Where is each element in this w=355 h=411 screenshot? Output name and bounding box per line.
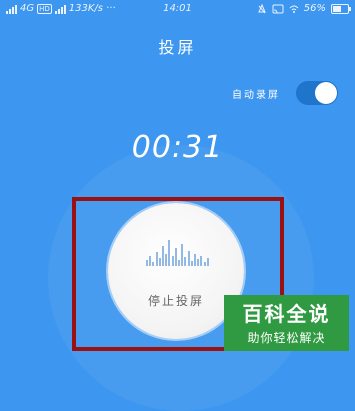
waveform-bar xyxy=(200,256,203,266)
toggle-knob xyxy=(315,82,337,104)
battery-icon xyxy=(331,3,351,14)
waveform-bar xyxy=(194,254,196,266)
waveform-bar xyxy=(165,254,168,266)
waveform-bar xyxy=(184,257,187,266)
waveform-bar xyxy=(187,251,190,266)
waveform-bar xyxy=(155,252,158,266)
waveform-bar xyxy=(190,261,193,266)
cast-icon xyxy=(272,4,284,13)
waveform-bar xyxy=(203,262,206,266)
waveform-bar xyxy=(197,259,200,266)
waveform-bar xyxy=(158,258,161,266)
waveform-bar xyxy=(178,260,180,266)
battery-percent: 56% xyxy=(303,3,326,14)
waveform-icon xyxy=(146,238,210,266)
waveform-bar xyxy=(168,240,171,266)
watermark-main: 百科全说 xyxy=(242,302,331,326)
status-bar: 4G HD 133K/s ··· 14:01 56% xyxy=(0,0,355,20)
page-title: 投屏 xyxy=(158,38,197,57)
waveform-bar xyxy=(174,248,177,266)
watermark-sub: 助你轻松解决 xyxy=(247,331,326,345)
waveform-bar xyxy=(181,244,184,266)
alarm-icon xyxy=(258,3,266,13)
battery-fill xyxy=(333,5,341,12)
waveform-bar xyxy=(146,260,148,266)
auto-record-label: 自动录屏 xyxy=(232,90,280,101)
waveform-bar xyxy=(149,256,152,266)
auto-record-toggle[interactable] xyxy=(296,81,338,105)
status-right: 56% xyxy=(257,3,351,14)
waveform-bar xyxy=(152,262,155,266)
watermark-logo: 百科全说 助你轻松解决 xyxy=(224,295,349,351)
waveform-bar xyxy=(206,258,209,266)
waveform-bar xyxy=(171,256,174,266)
wifi-icon xyxy=(289,5,299,13)
waveform-bar xyxy=(162,246,164,266)
